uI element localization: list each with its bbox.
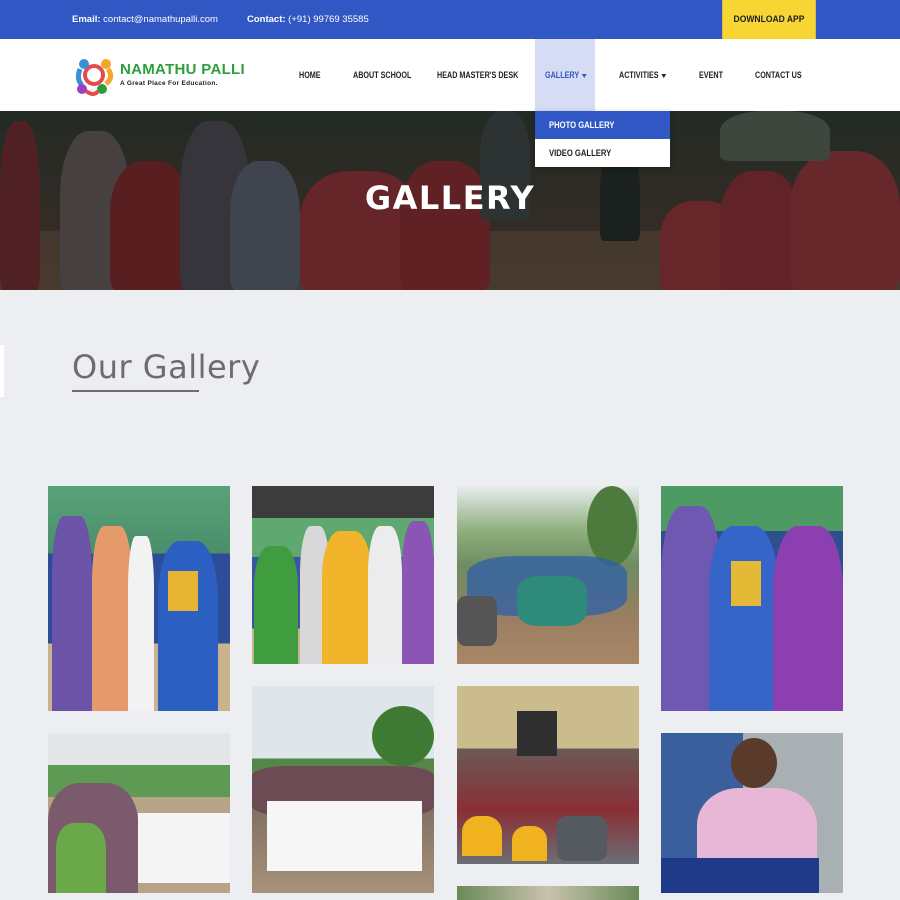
side-tab[interactable]	[0, 345, 4, 397]
email-link[interactable]: contact@namathupalli.com	[103, 14, 218, 25]
nav-item-gallery[interactable]: GALLERY	[545, 39, 587, 111]
main-navbar: NAMATHU PALLI A Great Place For Educatio…	[0, 39, 900, 111]
gallery-photo[interactable]	[457, 686, 639, 864]
nav-item-event[interactable]: EVENT	[699, 39, 723, 111]
dropdown-item-video-gallery-label: VIDEO GALLERY	[549, 148, 612, 158]
chevron-down-icon	[661, 73, 666, 78]
top-contact-bar: Email: contact@namathupalli.com Contact:…	[0, 0, 900, 39]
contact-phone[interactable]: (+91) 99769 35585	[288, 14, 369, 25]
hero-title: GALLERY	[364, 179, 536, 217]
hero-banner: GALLERY	[0, 111, 900, 290]
download-app-button[interactable]: DOWNLOAD APP	[722, 0, 816, 39]
email-info: Email: contact@namathupalli.com	[72, 14, 218, 25]
contact-info: Contact: (+91) 99769 35585	[247, 14, 369, 25]
gallery-photo[interactable]	[252, 686, 434, 893]
section-title: Our Gallery	[72, 348, 261, 386]
gallery-dropdown-menu: PHOTO GALLERY VIDEO GALLERY	[535, 111, 670, 167]
nav-item-head-masters-desk[interactable]: HEAD MASTER'S DESK	[437, 39, 518, 111]
gallery-photo[interactable]	[252, 486, 434, 664]
nav-item-activities[interactable]: ACTIVITIES	[619, 39, 666, 111]
brand-name[interactable]: NAMATHU PALLI	[120, 61, 245, 78]
brand-tagline: A Great Place For Education.	[120, 80, 218, 87]
dropdown-item-photo-gallery[interactable]: PHOTO GALLERY	[535, 111, 670, 139]
gallery-photo[interactable]	[48, 486, 230, 711]
gallery-photo[interactable]	[457, 486, 639, 664]
dropdown-item-video-gallery[interactable]: VIDEO GALLERY	[535, 139, 670, 167]
nav-item-activities-label: ACTIVITIES	[619, 70, 659, 80]
nav-item-about-school[interactable]: ABOUT SCHOOL	[353, 39, 411, 111]
gallery-photo[interactable]	[48, 733, 230, 893]
gallery-photo[interactable]	[661, 486, 843, 711]
email-label: Email:	[72, 14, 101, 25]
contact-label: Contact:	[247, 14, 286, 25]
nav-item-home[interactable]: HOME	[299, 39, 321, 111]
title-underline	[72, 390, 199, 392]
chevron-down-icon	[581, 73, 587, 78]
page: Email: contact@namathupalli.com Contact:…	[0, 0, 900, 900]
nav-item-contact-us[interactable]: CONTACT US	[755, 39, 802, 111]
gallery-photo[interactable]	[457, 886, 639, 900]
dropdown-item-photo-gallery-label: PHOTO GALLERY	[549, 120, 615, 130]
nav-item-gallery-label: GALLERY	[545, 70, 580, 80]
gallery-photo[interactable]	[661, 733, 843, 893]
school-logo-icon[interactable]	[72, 53, 116, 97]
